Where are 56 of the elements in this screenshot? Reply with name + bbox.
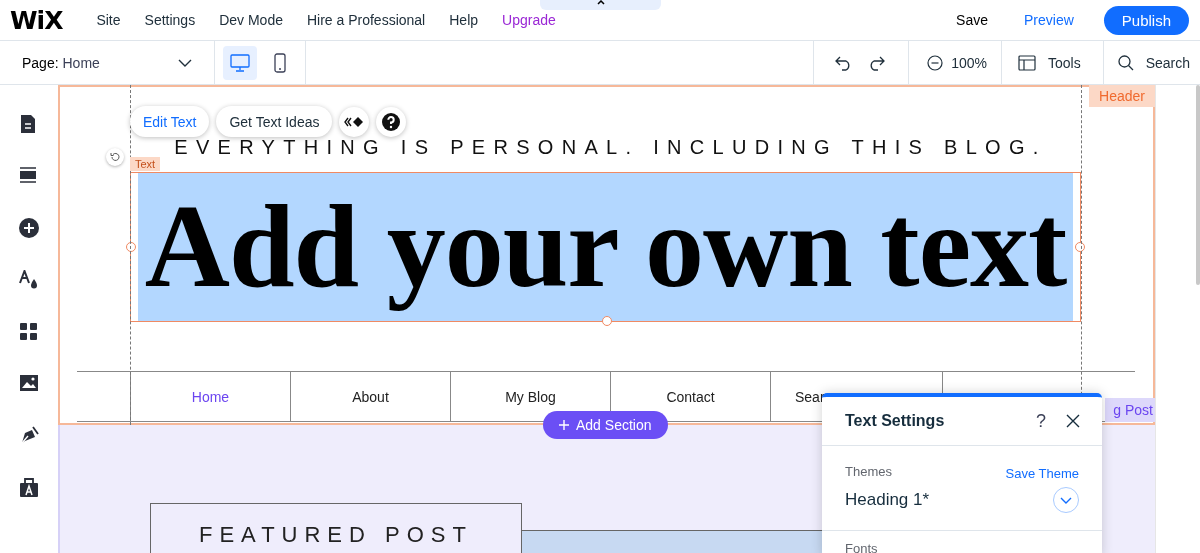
font-drop-icon[interactable] — [19, 270, 39, 290]
briefcase-icon[interactable] — [19, 478, 39, 498]
add-section-button[interactable]: Add Section — [543, 411, 668, 439]
stacked-bars-icon[interactable] — [19, 166, 39, 186]
nav-item[interactable]: Home — [191, 388, 230, 405]
nav-item[interactable]: My Blog — [505, 388, 556, 405]
desktop-view-button[interactable] — [223, 45, 257, 80]
nav-item[interactable]: Contact — [666, 388, 715, 405]
menu-item[interactable]: Site — [96, 12, 121, 28]
resize-handle[interactable] — [1075, 242, 1085, 252]
monitor-icon — [230, 53, 250, 72]
theme-value: Heading 1* — [845, 490, 930, 510]
nav-item[interactable]: Sear — [795, 388, 825, 405]
fonts-label: Fonts — [844, 540, 879, 553]
menu-item[interactable]: Help — [449, 12, 479, 28]
upgrade-link[interactable]: Upgrade — [502, 12, 556, 28]
panel-layout-icon — [1017, 54, 1036, 71]
image-icon[interactable] — [19, 374, 39, 394]
zoom-level-button[interactable]: 100% — [951, 54, 987, 71]
themes-label: Themes — [845, 464, 892, 479]
rotate-icon — [110, 152, 120, 162]
logo[interactable]: WiX — [10, 5, 63, 35]
search-button[interactable]: Search — [1117, 54, 1190, 71]
text-ideas-button[interactable]: Get Text Ideas — [216, 106, 333, 137]
preview-button[interactable]: Preview — [1018, 11, 1080, 29]
section-label[interactable]: g Post — [1105, 398, 1155, 422]
plus-icon — [559, 420, 569, 430]
phone-icon — [274, 52, 286, 73]
zoom-out-icon[interactable] — [927, 54, 944, 71]
help-icon — [382, 112, 401, 131]
diamond-motion-icon — [344, 115, 365, 128]
tagline: EVERYTHING IS PERSONAL. INCLUDING THIS BLOG. — [173, 137, 1048, 157]
menu-item[interactable]: Hire a Professional — [306, 12, 426, 28]
chevron-down-icon — [1060, 496, 1072, 504]
menu-item[interactable]: Dev Mode — [219, 12, 283, 28]
search-icon — [1117, 54, 1134, 71]
scrollbar[interactable] — [1196, 85, 1200, 285]
grid-icon[interactable] — [19, 322, 39, 342]
save-theme-link[interactable]: Save Theme — [1005, 466, 1079, 481]
pen-nib-icon[interactable] — [19, 426, 39, 446]
resize-handle[interactable] — [602, 316, 612, 326]
caret-icon — [596, 0, 605, 5]
save-button[interactable]: Save — [950, 11, 994, 29]
publish-button[interactable]: Publish — [1103, 5, 1189, 35]
element-type-tag: Text — [130, 157, 161, 171]
edit-text-button[interactable]: Edit Text — [130, 106, 210, 137]
nav-item[interactable]: About — [352, 388, 389, 405]
tools-button[interactable]: Tools — [1017, 54, 1081, 71]
menu-item[interactable]: Settings — [144, 12, 196, 28]
add-icon[interactable] — [19, 218, 39, 238]
chevron-down-icon — [178, 58, 192, 67]
redo-icon[interactable] — [868, 54, 887, 71]
resize-handle[interactable] — [126, 242, 136, 252]
close-icon — [1066, 414, 1080, 428]
close-button[interactable] — [1066, 414, 1080, 428]
featured-post-title: FEATURED POST — [150, 503, 522, 553]
